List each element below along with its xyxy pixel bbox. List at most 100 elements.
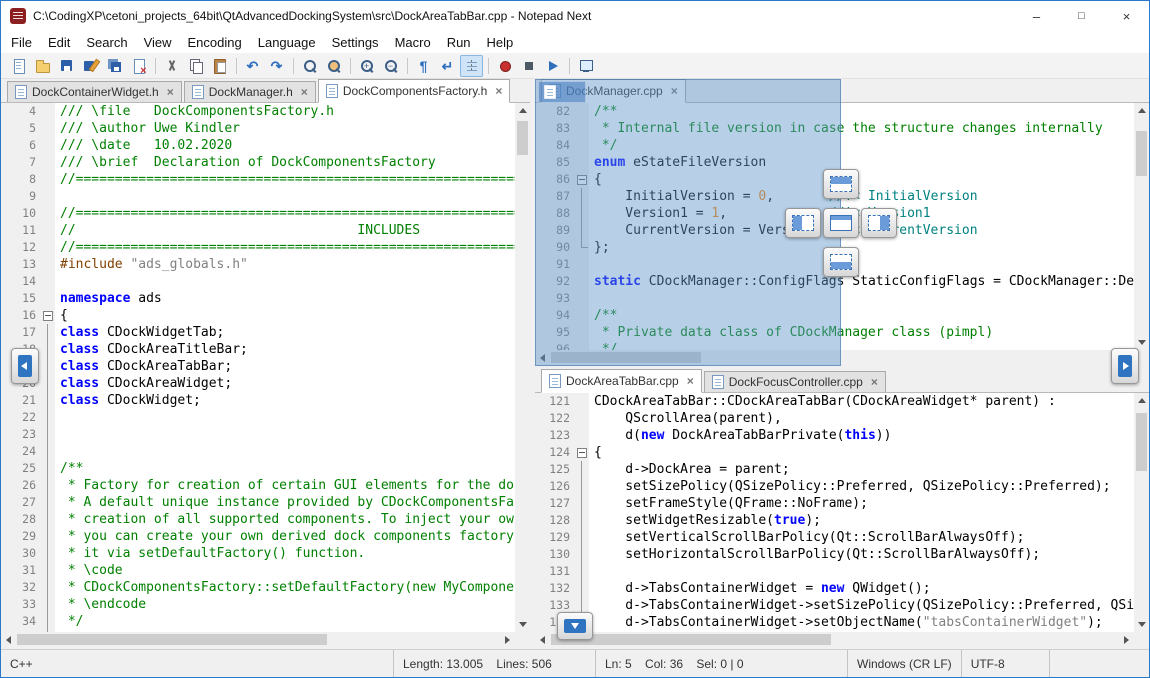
code-text [55,443,60,460]
tab-DockContainerWidget.h[interactable]: DockContainerWidget.h× [7,81,182,102]
code-text: #include "ads_globals.h" [55,256,248,273]
menu-edit[interactable]: Edit [40,33,78,52]
redo-button[interactable]: ↷ [265,55,288,77]
bottom-right-vertical-scrollbar[interactable] [1134,393,1149,632]
scroll-up-arrow[interactable] [515,103,530,118]
drop-indicator-edge-bottom[interactable] [557,612,593,640]
stop-recording-button[interactable] [517,55,540,77]
scroll-left-arrow[interactable] [535,632,550,647]
close-file-button[interactable] [127,55,150,77]
word-wrap-button[interactable]: ↵ [436,55,459,77]
scroll-up-arrow[interactable] [1134,103,1149,118]
zoom-in-button[interactable] [355,55,378,77]
cut-button[interactable] [160,55,183,77]
status-encoding[interactable]: UTF-8 [961,650,1049,677]
drop-indicator-right[interactable] [861,208,897,238]
top-right-vertical-scrollbar[interactable] [1134,103,1149,350]
replace-button[interactable] [322,55,345,77]
scroll-right-arrow[interactable] [500,632,515,647]
scroll-right-arrow[interactable] [1119,632,1134,647]
drop-indicator-edge-left[interactable] [11,348,39,384]
paste-button[interactable] [208,55,231,77]
copy-button[interactable] [184,55,207,77]
tab-close-icon[interactable]: × [301,86,308,98]
tab-DockFocusController.cpp[interactable]: DockFocusController.cpp× [704,371,886,392]
code-line: 20class CDockAreaWidget; [1,375,515,392]
scroll-down-arrow[interactable] [515,617,530,632]
save-button[interactable] [55,55,78,77]
menu-help[interactable]: Help [479,33,522,52]
zoom-out-button[interactable] [379,55,402,77]
drop-indicator-center[interactable] [823,208,859,238]
left-editor[interactable]: 4/// \file DockComponentsFactory.h5/// \… [1,103,530,647]
tab-close-icon[interactable]: × [687,375,694,387]
code-text: * \endcode [55,596,146,613]
line-number: 9 [1,188,41,205]
horizontal-scroll-thumb[interactable] [17,634,327,645]
undo-button[interactable]: ↶ [241,55,264,77]
menu-bar: FileEditSearchViewEncodingLanguageSettin… [1,31,1149,53]
scroll-down-arrow[interactable] [1134,617,1149,632]
indent-guide-button[interactable] [460,55,483,77]
drop-indicator-left[interactable] [785,208,821,238]
code-area[interactable]: 4/// \file DockComponentsFactory.h5/// \… [1,103,515,632]
vertical-scroll-thumb[interactable] [517,121,528,155]
code-area[interactable]: 121CDockAreaTabBar::CDockAreaTabBar(CDoc… [535,393,1134,632]
record-macro-button[interactable] [493,55,516,77]
minimize-button[interactable]: – [1014,1,1059,31]
scroll-left-arrow[interactable] [1,632,16,647]
vertical-scroll-thumb[interactable] [1136,413,1147,471]
menu-language[interactable]: Language [250,33,324,52]
menu-encoding[interactable]: Encoding [180,33,250,52]
close-button[interactable]: × [1104,1,1149,31]
save-as-button[interactable] [79,55,102,77]
fold-margin [41,528,55,545]
code-text: /// \brief Declaration of DockComponents… [55,154,436,171]
new-file-button[interactable] [7,55,30,77]
fold-margin [41,103,55,120]
find-icon [302,58,318,74]
document-icon [712,375,724,389]
menu-macro[interactable]: Macro [387,33,439,52]
dock-left-icon [792,215,814,231]
status-language[interactable]: C++ [1,650,393,677]
menu-file[interactable]: File [3,33,40,52]
vertical-scroll-thumb[interactable] [1136,131,1147,176]
bottom-right-editor[interactable]: 121CDockAreaTabBar::CDockAreaTabBar(CDoc… [535,393,1149,647]
code-line: 4/// \file DockComponentsFactory.h [1,103,515,120]
save-all-button[interactable] [103,55,126,77]
fold-marker-icon[interactable] [41,307,55,324]
menu-run[interactable]: Run [439,33,479,52]
fold-marker-icon[interactable] [575,444,589,461]
drop-indicator-bottom[interactable] [823,247,859,277]
tab-close-icon[interactable]: × [495,85,502,97]
tab-close-icon[interactable]: × [167,86,174,98]
scroll-up-arrow[interactable] [1134,393,1149,408]
menu-view[interactable]: View [136,33,180,52]
code-text: //======================================… [55,239,515,256]
external-monitor-button[interactable] [574,55,597,77]
left-horizontal-scrollbar[interactable] [1,632,515,647]
tab-DockAreaTabBar.cpp[interactable]: DockAreaTabBar.cpp× [541,369,702,393]
tab-DockManager.h[interactable]: DockManager.h× [184,81,316,102]
playback-macro-button[interactable] [541,55,564,77]
drop-indicator-edge-right[interactable] [1111,348,1139,384]
tab-close-icon[interactable]: × [871,376,878,388]
code-line: 31 * \code [1,562,515,579]
bottom-right-horizontal-scrollbar[interactable] [535,632,1134,647]
drop-indicator-top[interactable] [823,169,859,199]
horizontal-scroll-thumb[interactable] [551,634,831,645]
fold-margin [575,495,589,512]
line-number: 30 [1,545,41,562]
maximize-button[interactable]: □ [1059,1,1104,31]
show-all-characters-button[interactable]: ¶ [412,55,435,77]
menu-search[interactable]: Search [78,33,135,52]
menu-settings[interactable]: Settings [324,33,387,52]
toolbar-separator [488,58,489,74]
open-file-button[interactable] [31,55,54,77]
tab-DockComponentsFactory.h[interactable]: DockComponentsFactory.h× [318,79,511,103]
left-vertical-scrollbar[interactable] [515,103,530,632]
status-eol-format[interactable]: Windows (CR LF) [847,650,961,677]
find-button[interactable] [298,55,321,77]
title-bar[interactable]: C:\CodingXP\cetoni_projects_64bit\QtAdva… [1,1,1149,31]
